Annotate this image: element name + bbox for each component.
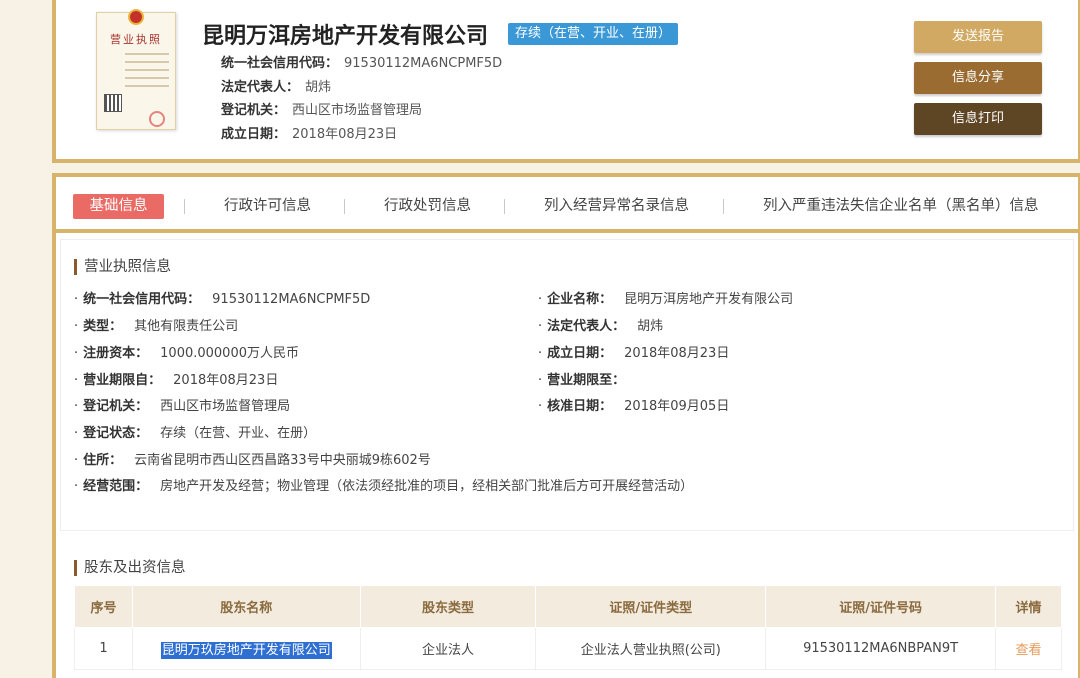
qr-code-icon	[104, 94, 122, 112]
column-header-type: 股东类型	[359, 585, 537, 628]
field-term-end: · 营业期限至：	[538, 373, 626, 388]
column-header-cert-no: 证照/证件号码	[765, 585, 997, 628]
tab-divider	[723, 199, 724, 214]
info-tabs: 基础信息 行政许可信息 行政处罚信息 列入经营异常名录信息 列入严重违法失信企业…	[56, 177, 1078, 233]
column-header-name: 股东名称	[131, 585, 361, 628]
cell-index: 1	[74, 627, 133, 670]
tab-divider	[344, 199, 345, 214]
tab-abnormal-operation[interactable]: 列入经营异常名录信息	[544, 194, 689, 219]
shareholders-table: 序号 股东名称 股东类型 证照/证件类型 证照/证件号码 详情 1 昆明万玖房地…	[74, 585, 1062, 670]
tab-blacklist[interactable]: 列入严重违法失信企业名单（黑名单）信息	[763, 194, 1039, 219]
company-header-card: 营业执照 昆明万洱房地产开发有限公司 存续（在营、开业、在册） 统一社会信用代码…	[52, 0, 1080, 163]
field-legal-rep: · 法定代表人： 胡炜	[538, 319, 664, 334]
table-header-row: 序号 股东名称 股东类型 证照/证件类型 证照/证件号码 详情	[74, 585, 1062, 628]
selected-shareholder-name[interactable]: 昆明万玖房地产开发有限公司	[160, 642, 332, 659]
company-name: 昆明万洱房地产开发有限公司	[202, 24, 489, 49]
status-badge: 存续（在营、开业、在册）	[508, 23, 679, 45]
table-row: 1 昆明万玖房地产开发有限公司 企业法人 企业法人营业执照(公司) 915301…	[74, 627, 1062, 670]
share-info-button[interactable]: 信息分享	[914, 62, 1042, 94]
tab-divider	[504, 199, 505, 214]
main-info-panel: 基础信息 行政许可信息 行政处罚信息 列入经营异常名录信息 列入严重违法失信企业…	[52, 173, 1080, 678]
cell-shareholder-type: 企业法人	[359, 627, 537, 670]
cell-detail: 查看	[995, 627, 1062, 670]
license-info-title: 营业执照信息	[74, 259, 171, 275]
field-business-scope: · 经营范围： 房地产开发及经营；物业管理（依法须经批准的项目，经相关部门批准后方可…	[74, 479, 694, 494]
cell-cert-type: 企业法人营业执照(公司)	[535, 627, 767, 670]
field-company-type: · 类型： 其他有限责任公司	[74, 319, 239, 334]
field-credit-code: · 统一社会信用代码： 91530112MA6NCPMF5D	[74, 292, 371, 307]
cell-shareholder-name[interactable]: 昆明万玖房地产开发有限公司	[131, 627, 361, 670]
column-header-detail: 详情	[995, 585, 1062, 628]
field-term-start: · 营业期限自： 2018年08月23日	[74, 373, 279, 388]
tab-basic-info[interactable]: 基础信息	[73, 194, 164, 219]
field-company-name: · 企业名称： 昆明万洱房地产开发有限公司	[538, 292, 794, 307]
license-text-lines	[125, 53, 169, 93]
view-detail-link[interactable]: 查看	[1016, 643, 1042, 658]
field-approval-date: · 核准日期： 2018年09月05日	[538, 399, 730, 414]
tab-divider	[184, 199, 185, 214]
summary-credit-code: 统一社会信用代码： 91530112MA6NCPMF5D	[221, 56, 503, 71]
cell-cert-no: 91530112MA6NBPAN9T	[765, 627, 997, 670]
summary-registration-authority: 登记机关： 西山区市场监督管理局	[221, 103, 423, 118]
tab-admin-license[interactable]: 行政许可信息	[224, 194, 311, 219]
field-registration-authority: · 登记机关： 西山区市场监督管理局	[74, 399, 291, 414]
summary-established-date: 成立日期： 2018年08月23日	[221, 126, 398, 142]
field-established-date: · 成立日期： 2018年08月23日	[538, 346, 730, 361]
field-address: · 住所： 云南省昆明市西山区西昌路33号中央丽城9栋602号	[74, 453, 431, 468]
send-report-button[interactable]: 发送报告	[914, 21, 1042, 53]
column-header-index: 序号	[74, 585, 133, 628]
national-emblem-icon	[128, 9, 144, 25]
field-registered-capital: · 注册资本： 1000.000000万人民币	[74, 346, 299, 361]
print-info-button[interactable]: 信息打印	[914, 103, 1042, 135]
column-header-cert-type: 证照/证件类型	[535, 585, 767, 628]
field-registration-status: · 登记状态： 存续（在营、开业、在册）	[74, 426, 317, 441]
official-stamp-icon	[149, 111, 165, 127]
company-summary-fields: 统一社会信用代码： 91530112MA6NCPMF5D 法定代表人： 胡炜 登记机…	[221, 52, 502, 146]
shareholders-title: 股东及出资信息	[74, 560, 186, 576]
license-thumb-title: 营业执照	[110, 33, 162, 46]
summary-legal-rep: 法定代表人： 胡炜	[221, 79, 332, 95]
business-license-thumbnail[interactable]: 营业执照	[96, 9, 176, 130]
tab-admin-penalty[interactable]: 行政处罚信息	[384, 194, 471, 219]
